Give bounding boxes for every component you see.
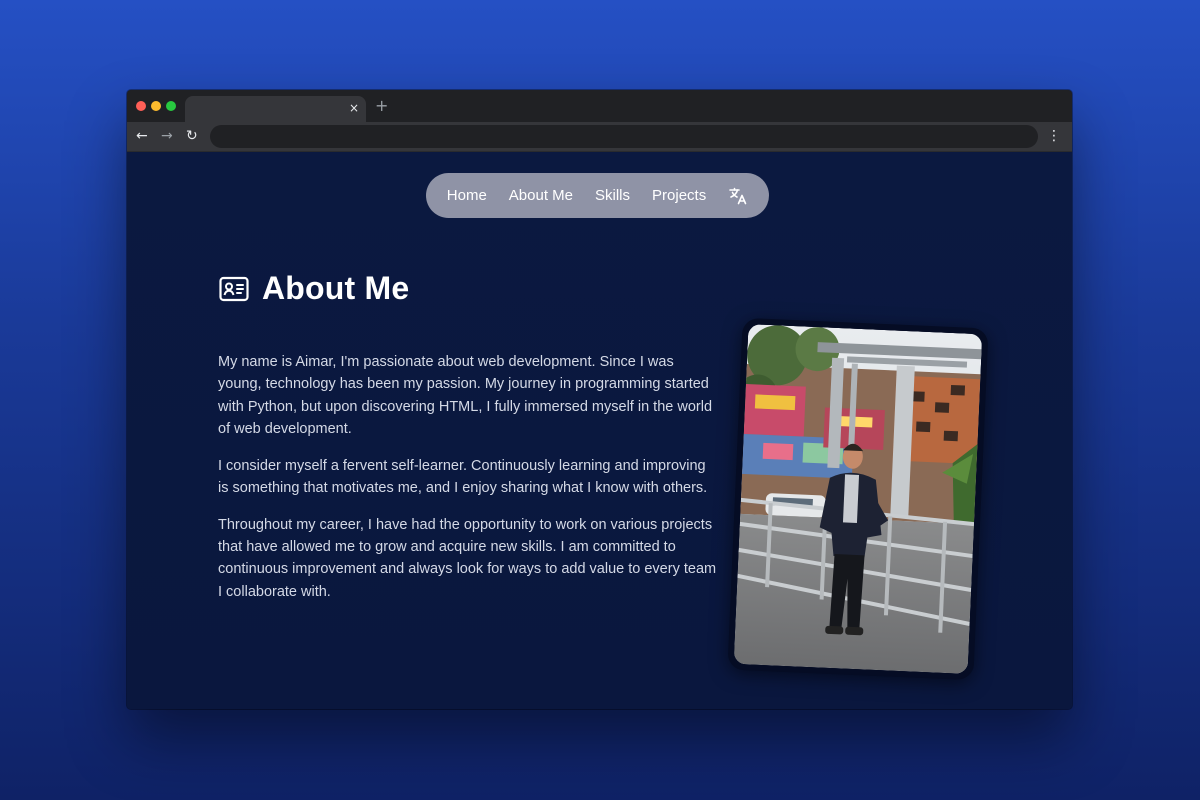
address-bar[interactable]	[210, 125, 1038, 148]
page-title: About Me	[262, 270, 410, 306]
forward-arrow-icon[interactable]: →	[161, 127, 173, 145]
new-tab-button[interactable]: +	[375, 96, 388, 116]
translate-icon[interactable]	[728, 186, 748, 206]
maximize-window-button[interactable]	[166, 101, 176, 111]
tab-close-icon[interactable]: ×	[349, 100, 359, 116]
nav-skills-link[interactable]: Skills	[595, 187, 630, 204]
back-arrow-icon[interactable]: ←	[136, 127, 148, 145]
about-paragraph: I consider myself a fervent self-learner…	[218, 457, 708, 496]
minimize-window-button[interactable]	[151, 101, 161, 111]
close-window-button[interactable]	[136, 101, 146, 111]
browser-menu-icon[interactable]: ⋮	[1047, 127, 1061, 145]
profile-photo	[733, 324, 983, 674]
nav-about-link[interactable]: About Me	[509, 187, 573, 204]
nav-home-link[interactable]: Home	[447, 187, 487, 204]
page-viewport: Home About Me Skills Projects About Me M…	[127, 152, 1072, 709]
browser-toolbar: ← → ↻ ⋮	[127, 122, 1072, 152]
id-card-icon	[219, 276, 249, 301]
profile-photo-frame	[727, 317, 989, 681]
browser-window: × + ← → ↻ ⋮ Home About Me Skills Project…	[127, 90, 1072, 709]
main-nav: Home About Me Skills Projects	[426, 173, 769, 218]
about-text: My name is Aimar, I'm passionate about w…	[218, 351, 718, 617]
about-paragraph: My name is Aimar, I'm passionate about w…	[218, 354, 713, 437]
browser-tab[interactable]: ×	[185, 96, 366, 122]
reload-icon[interactable]: ↻	[186, 127, 198, 145]
profile-photo-illustration	[733, 324, 983, 674]
about-paragraph: Throughout my career, I have had the opp…	[218, 516, 717, 600]
nav-projects-link[interactable]: Projects	[652, 187, 706, 204]
tab-bar: × +	[127, 90, 1072, 122]
section-heading: About Me	[219, 270, 409, 307]
